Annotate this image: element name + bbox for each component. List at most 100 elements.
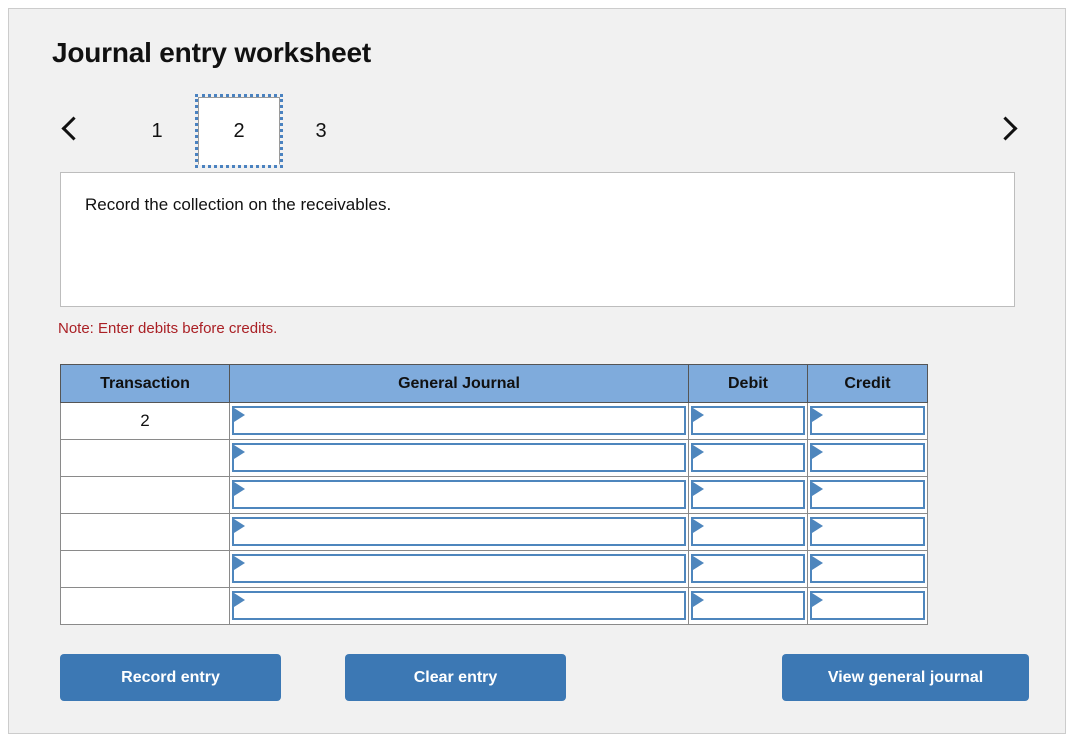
debit-cell-4 — [688, 513, 808, 551]
dropdown-triangle-icon — [812, 556, 823, 570]
clear-entry-button[interactable]: Clear entry — [345, 654, 566, 701]
credit-field-wrapper-2 — [810, 443, 925, 472]
debit-cell-3 — [688, 476, 808, 514]
debit-input-3[interactable] — [705, 482, 801, 507]
dropdown-triangle-icon — [234, 519, 245, 533]
worksheet-tab-strip: 1 2 3 — [52, 94, 1027, 168]
general-journal-cell-6 — [229, 587, 689, 625]
transaction-number-cell-1: 2 — [60, 402, 230, 440]
debit-input-2[interactable] — [705, 445, 801, 470]
transaction-number-cell-2 — [60, 439, 230, 477]
credit-input-5[interactable] — [824, 556, 921, 581]
next-entry-button[interactable] — [989, 97, 1027, 159]
dropdown-triangle-icon — [693, 556, 704, 570]
tab-list: 1 2 3 — [116, 94, 362, 168]
debit-input-6[interactable] — [705, 593, 801, 618]
credit-input-1[interactable] — [824, 408, 921, 433]
general-journal-cell-3 — [229, 476, 689, 514]
credit-cell-5 — [807, 550, 928, 588]
credit-input-4[interactable] — [824, 519, 921, 544]
general-journal-field-wrapper-6 — [232, 591, 686, 620]
credit-input-2[interactable] — [824, 445, 921, 470]
credit-field-wrapper-6 — [810, 591, 925, 620]
general-journal-cell-5 — [229, 550, 689, 588]
chevron-left-icon — [61, 115, 86, 141]
general-journal-input-1[interactable] — [246, 408, 682, 433]
general-journal-field-wrapper-5 — [232, 554, 686, 583]
debit-field-wrapper-1 — [691, 406, 805, 435]
dropdown-triangle-icon — [693, 482, 704, 496]
table-row — [60, 513, 928, 551]
debit-cell-1 — [688, 402, 808, 440]
previous-entry-button[interactable] — [52, 97, 90, 159]
credit-input-6[interactable] — [824, 593, 921, 618]
credit-cell-3 — [807, 476, 928, 514]
dropdown-triangle-icon — [234, 556, 245, 570]
column-header-transaction: Transaction — [60, 364, 230, 403]
general-journal-field-wrapper-1 — [232, 406, 686, 435]
debits-before-credits-note: Note: Enter debits before credits. — [58, 320, 278, 337]
debit-field-wrapper-2 — [691, 443, 805, 472]
view-general-journal-button[interactable]: View general journal — [782, 654, 1029, 701]
dropdown-triangle-icon — [812, 408, 823, 422]
transaction-number-cell-4 — [60, 513, 230, 551]
general-journal-input-5[interactable] — [246, 556, 682, 581]
general-journal-input-6[interactable] — [246, 593, 682, 618]
credit-field-wrapper-5 — [810, 554, 925, 583]
general-journal-input-3[interactable] — [246, 482, 682, 507]
table-header-row: Transaction General Journal Debit Credit — [60, 364, 928, 403]
debit-cell-6 — [688, 587, 808, 625]
record-entry-button[interactable]: Record entry — [60, 654, 281, 701]
column-header-credit: Credit — [807, 364, 928, 403]
dropdown-triangle-icon — [234, 408, 245, 422]
credit-cell-4 — [807, 513, 928, 551]
transaction-number-cell-3 — [60, 476, 230, 514]
general-journal-cell-1 — [229, 402, 689, 440]
dropdown-triangle-icon — [693, 519, 704, 533]
table-row: 2 — [60, 402, 928, 440]
dropdown-triangle-icon — [812, 482, 823, 496]
table-row — [60, 439, 928, 477]
debit-cell-5 — [688, 550, 808, 588]
entry-description-panel: Record the collection on the receivables… — [60, 172, 1015, 307]
dropdown-triangle-icon — [693, 408, 704, 422]
dropdown-triangle-icon — [812, 445, 823, 459]
tab-2[interactable]: 2 — [195, 94, 283, 168]
page-title: Journal entry worksheet — [52, 37, 372, 68]
transaction-number-cell-5 — [60, 550, 230, 588]
general-journal-field-wrapper-2 — [232, 443, 686, 472]
dropdown-triangle-icon — [234, 593, 245, 607]
table-row — [60, 550, 928, 588]
tab-1[interactable]: 1 — [116, 97, 198, 165]
general-journal-cell-2 — [229, 439, 689, 477]
credit-field-wrapper-4 — [810, 517, 925, 546]
dropdown-triangle-icon — [693, 445, 704, 459]
general-journal-input-2[interactable] — [246, 445, 682, 470]
entry-description-text: Record the collection on the receivables… — [85, 195, 392, 214]
credit-cell-2 — [807, 439, 928, 477]
transaction-number-cell-6 — [60, 587, 230, 625]
tab-3[interactable]: 3 — [280, 97, 362, 165]
debit-cell-2 — [688, 439, 808, 477]
journal-entry-table: Transaction General Journal Debit Credit… — [60, 364, 928, 625]
chevron-right-icon — [993, 115, 1018, 141]
debit-field-wrapper-3 — [691, 480, 805, 509]
dropdown-triangle-icon — [812, 519, 823, 533]
debit-input-5[interactable] — [705, 556, 801, 581]
debit-input-1[interactable] — [705, 408, 801, 433]
general-journal-field-wrapper-3 — [232, 480, 686, 509]
column-header-general-journal: General Journal — [229, 364, 689, 403]
general-journal-field-wrapper-4 — [232, 517, 686, 546]
credit-input-3[interactable] — [824, 482, 921, 507]
debit-input-4[interactable] — [705, 519, 801, 544]
credit-cell-1 — [807, 402, 928, 440]
debit-field-wrapper-6 — [691, 591, 805, 620]
dropdown-triangle-icon — [693, 593, 704, 607]
dropdown-triangle-icon — [234, 445, 245, 459]
general-journal-input-4[interactable] — [246, 519, 682, 544]
general-journal-cell-4 — [229, 513, 689, 551]
dropdown-triangle-icon — [812, 593, 823, 607]
table-row — [60, 587, 928, 625]
debit-field-wrapper-4 — [691, 517, 805, 546]
debit-field-wrapper-5 — [691, 554, 805, 583]
